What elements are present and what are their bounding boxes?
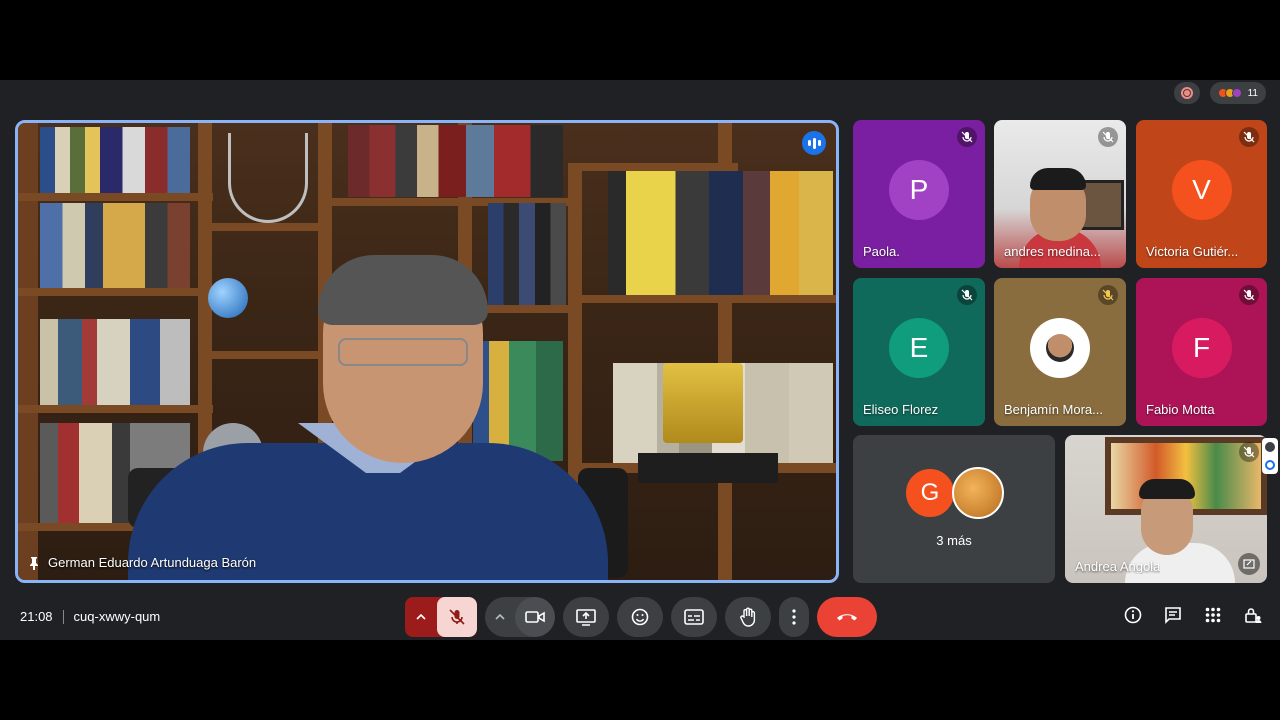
info-icon <box>1124 606 1142 624</box>
participant-name: Paola. <box>863 244 900 259</box>
avatar: E <box>889 318 949 378</box>
emoji-icon <box>631 608 649 626</box>
mic-off-icon <box>449 609 465 625</box>
meeting-details-button[interactable] <box>1124 606 1142 624</box>
main-speaker-name: German Eduardo Artunduaga Barón <box>48 555 257 570</box>
meeting-info: 21:08 cuq-xwwy-qum <box>20 609 160 624</box>
main-speaker-label: German Eduardo Artunduaga Barón <box>28 555 256 570</box>
mic-toggle-button[interactable] <box>437 597 477 637</box>
participant-tile-andres[interactable]: andres medina... <box>994 120 1126 268</box>
present-icon <box>576 609 596 626</box>
meet-window: 11 German Eduardo Artunduaga Barón P Pao… <box>0 80 1280 640</box>
camera-control <box>485 597 555 637</box>
side-panel-icons <box>1262 438 1278 474</box>
self-view-minimize-icon[interactable] <box>1238 553 1260 575</box>
lock-person-icon <box>1245 608 1262 623</box>
participant-name: Victoria Gutiér... <box>1146 244 1239 259</box>
mic-off-icon <box>957 127 977 147</box>
main-speaker-tile[interactable]: German Eduardo Artunduaga Barón <box>15 120 839 583</box>
extension-icon[interactable] <box>1265 460 1275 470</box>
meeting-code: cuq-xwwy-qum <box>73 609 161 624</box>
camera-toggle-button[interactable] <box>515 597 555 637</box>
participant-tile-victoria[interactable]: V Victoria Gutiér... <box>1136 120 1267 268</box>
mic-off-icon <box>957 285 977 305</box>
speaking-indicator-icon <box>802 131 826 155</box>
participant-tile-eliseo[interactable]: E Eliseo Florez <box>853 278 985 426</box>
top-indicators: 11 <box>1173 82 1266 104</box>
participant-tile-fabio[interactable]: F Fabio Motta <box>1136 278 1267 426</box>
captions-icon <box>684 609 704 625</box>
microphone-control <box>405 597 477 637</box>
participants-pill[interactable]: 11 <box>1209 82 1266 104</box>
letterbox-top <box>0 0 1280 80</box>
leave-call-button[interactable] <box>817 597 877 637</box>
avatar: G <box>904 467 956 519</box>
letterbox-bottom <box>0 640 1280 720</box>
avatar: F <box>1171 318 1232 378</box>
more-options-button[interactable] <box>779 597 809 637</box>
avatar: V <box>1171 160 1232 220</box>
avatar-photo <box>952 467 1004 519</box>
mic-off-icon <box>1098 285 1118 305</box>
host-controls-button[interactable] <box>1244 606 1262 624</box>
speaker-glasses <box>338 338 468 366</box>
participant-name: Andrea Angola <box>1075 559 1161 574</box>
mic-options-button[interactable] <box>405 597 437 637</box>
mic-off-icon <box>1239 127 1259 147</box>
self-view-tile[interactable]: Andrea Angola <box>1065 435 1267 583</box>
bottom-control-bar: 21:08 cuq-xwwy-qum <box>0 592 1280 640</box>
captions-button[interactable] <box>671 597 717 637</box>
meeting-time: 21:08 <box>20 609 53 624</box>
camera-icon <box>525 611 545 623</box>
avatar: P <box>889 160 949 220</box>
participant-tile-paola[interactable]: P Paola. <box>853 120 985 268</box>
participant-name: Eliseo Florez <box>863 402 939 417</box>
hand-icon <box>740 607 756 627</box>
call-end-icon <box>837 614 857 621</box>
more-avatars: G <box>904 467 1004 519</box>
recording-indicator[interactable] <box>1173 82 1200 104</box>
chevron-up-icon <box>416 614 426 620</box>
mic-off-icon <box>1098 127 1118 147</box>
mic-off-icon <box>1239 442 1259 462</box>
present-screen-button[interactable] <box>563 597 609 637</box>
participant-count: 11 <box>1247 87 1258 99</box>
mic-off-icon <box>1239 285 1259 305</box>
divider <box>62 609 64 624</box>
participant-name: Fabio Motta <box>1146 402 1215 417</box>
pin-icon[interactable] <box>28 556 40 570</box>
more-vert-icon <box>792 609 796 625</box>
raise-hand-button[interactable] <box>725 597 771 637</box>
close-icon[interactable] <box>1265 442 1275 452</box>
chat-icon <box>1165 607 1181 624</box>
chevron-up-icon <box>495 614 505 620</box>
more-count-label: 3 más <box>936 533 972 548</box>
participant-tile-benjamin[interactable]: Benjamín Mora... <box>994 278 1126 426</box>
camera-options-button[interactable] <box>485 597 515 637</box>
side-panel-controls <box>1124 606 1262 624</box>
apps-grid-icon <box>1205 607 1221 623</box>
call-controls <box>405 597 877 637</box>
speaker-hair <box>318 255 488 325</box>
reactions-button[interactable] <box>617 597 663 637</box>
more-participants-tile[interactable]: G 3 más <box>853 435 1055 583</box>
chat-button[interactable] <box>1164 606 1182 624</box>
activities-button[interactable] <box>1204 606 1222 624</box>
participant-name: Benjamín Mora... <box>1004 402 1103 417</box>
participant-name: andres medina... <box>1004 244 1101 259</box>
record-icon <box>1180 87 1193 99</box>
avatar-photo <box>1030 318 1090 378</box>
participant-avatars-icon <box>1217 88 1242 98</box>
